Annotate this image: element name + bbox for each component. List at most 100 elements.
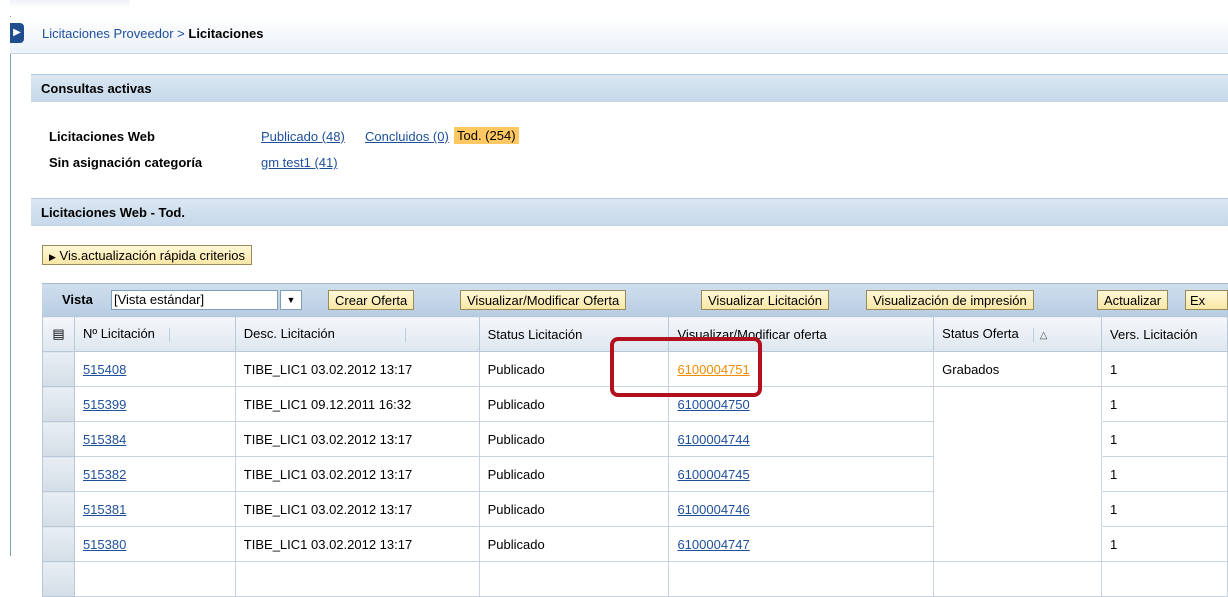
row-selector[interactable] [42, 526, 75, 562]
licitacion-link[interactable]: 515384 [83, 432, 126, 447]
cell-status-oferta [933, 491, 1103, 527]
column-header-nro-licitacion[interactable]: Nº Licitación [73, 316, 236, 352]
cell-status: Publicado [478, 421, 670, 457]
breadcrumb-current: Licitaciones [188, 26, 264, 41]
cell-desc: TIBE_LIC1 03.02.2012 13:17 [234, 421, 480, 457]
empty-cell [933, 561, 1103, 597]
row-selector[interactable] [42, 456, 75, 492]
column-header-status-oferta[interactable]: Status Oferta △ [933, 316, 1103, 352]
play-arrow-icon[interactable]: ▶ [10, 23, 24, 43]
empty-cell [478, 561, 670, 597]
cell-status: Publicado [478, 491, 670, 527]
sort-icon[interactable]: △ [1040, 330, 1048, 341]
column-label: Nº Licitación [82, 326, 155, 342]
query-link-concluidos[interactable]: Concluidos (0) [365, 129, 449, 144]
results-header: Licitaciones Web - Tod. [31, 198, 1228, 226]
cell-vers: 1 [1101, 456, 1228, 492]
cell-desc: TIBE_LIC1 03.02.2012 13:17 [234, 351, 480, 387]
table-row: 515382 TIBE_LIC1 03.02.2012 13:17 Public… [42, 456, 1228, 492]
cell-oferta: 6100004746 [668, 491, 935, 527]
column-header-vers-licitacion[interactable]: Vers. Licitación [1101, 316, 1228, 352]
actualizar-button[interactable]: Actualizar [1097, 290, 1169, 310]
cell-oferta: 6100004747 [668, 526, 935, 562]
cell-vers: 1 [1101, 526, 1228, 562]
breadcrumb-bar: Licitaciones Proveedor > Licitaciones [10, 17, 1228, 54]
cell-status-oferta: Grabados [933, 351, 1103, 387]
cell-status: Publicado [478, 526, 670, 562]
row-selector[interactable] [42, 351, 75, 387]
table-row: 515384 TIBE_LIC1 03.02.2012 13:17 Public… [42, 421, 1228, 457]
oferta-link[interactable]: 6100004746 [677, 502, 749, 517]
table-row-empty [42, 561, 1228, 597]
oferta-link[interactable]: 6100004745 [677, 467, 749, 482]
oferta-link[interactable]: 6100004750 [677, 397, 749, 412]
column-label: Vers. Licitación [1110, 326, 1198, 342]
query-label-sin-asignacion: Sin asignación categoría [49, 155, 203, 170]
licitacion-link[interactable]: 515408 [83, 362, 126, 377]
cell-status-oferta [933, 386, 1103, 422]
empty-cell [73, 561, 236, 597]
cell-desc: TIBE_LIC1 03.02.2012 13:17 [234, 491, 480, 527]
row-selector[interactable] [42, 386, 75, 422]
cell-status-oferta [933, 526, 1103, 562]
visualizacion-impresion-button[interactable]: Visualización de impresión [866, 290, 1034, 310]
cell-vers: 1 [1101, 491, 1228, 527]
row-selector[interactable] [42, 421, 75, 457]
empty-cell [1101, 561, 1228, 597]
cell-vers: 1 [1101, 421, 1228, 457]
cell-nro: 515381 [73, 491, 236, 527]
cell-oferta: 6100004744 [668, 421, 935, 457]
table-settings-icon[interactable]: ▤ [42, 316, 75, 352]
column-label: Status Licitación [487, 326, 583, 342]
cell-nro: 515380 [73, 526, 236, 562]
query-label-licitaciones-web: Licitaciones Web [49, 129, 155, 144]
consultas-activas-header: Consultas activas [31, 74, 1228, 102]
visualizar-licitacion-button[interactable]: Visualizar Licitación [701, 290, 829, 310]
cell-vers: 1 [1101, 351, 1228, 387]
cell-desc: TIBE_LIC1 03.02.2012 13:17 [234, 456, 480, 492]
cell-oferta: 6100004745 [668, 456, 935, 492]
quick-criteria-label: Vis.actualización rápida criterios [59, 248, 246, 263]
cell-status: Publicado [478, 456, 670, 492]
visualizar-modificar-oferta-button[interactable]: Visualizar/Modificar Oferta [460, 290, 627, 310]
empty-cell [668, 561, 935, 597]
cell-nro: 515382 [73, 456, 236, 492]
licitacion-link[interactable]: 515399 [83, 397, 126, 412]
chevron-down-icon[interactable]: ▼ [280, 290, 302, 310]
query-link-publicado[interactable]: Publicado (48) [261, 129, 345, 144]
oferta-link[interactable]: 6100004747 [677, 537, 749, 552]
licitacion-link[interactable]: 515382 [83, 467, 126, 482]
cell-status-oferta [933, 456, 1103, 492]
page-left-border [10, 16, 11, 556]
export-button[interactable]: Ex [1185, 290, 1228, 310]
query-selected-tod[interactable]: Tod. (254) [454, 127, 519, 144]
highlight-annotation-box [610, 337, 762, 397]
cell-desc: TIBE_LIC1 09.12.2011 16:32 [234, 386, 480, 422]
licitacion-link[interactable]: 515381 [83, 502, 126, 517]
query-link-gm-test1[interactable]: gm test1 (41) [261, 155, 338, 170]
top-strip [0, 0, 1228, 8]
cell-nro: 515408 [73, 351, 236, 387]
oferta-link[interactable]: 6100004744 [677, 432, 749, 447]
vista-label: Vista [62, 292, 93, 307]
triangle-right-icon: ▶ [49, 252, 56, 262]
cell-vers: 1 [1101, 386, 1228, 422]
breadcrumb-parent-link[interactable]: Licitaciones Proveedor [42, 26, 174, 41]
breadcrumb: Licitaciones Proveedor > Licitaciones [42, 26, 264, 41]
licitacion-link[interactable]: 515380 [83, 537, 126, 552]
column-header-desc-licitacion[interactable]: Desc. Licitación [234, 316, 480, 352]
empty-cell [234, 561, 480, 597]
cell-nro: 515384 [73, 421, 236, 457]
row-selector[interactable] [42, 491, 75, 527]
cell-nro: 515399 [73, 386, 236, 422]
results-toolbar: Vista [Vista estándar] ▼ Crear Oferta Vi… [42, 283, 1228, 316]
vista-select[interactable]: [Vista estándar] [111, 290, 278, 310]
table-row: 515381 TIBE_LIC1 03.02.2012 13:17 Public… [42, 491, 1228, 527]
cell-desc: TIBE_LIC1 03.02.2012 13:17 [234, 526, 480, 562]
crear-oferta-button[interactable]: Crear Oferta [328, 290, 415, 310]
cell-status-oferta [933, 421, 1103, 457]
table-row: 515380 TIBE_LIC1 03.02.2012 13:17 Public… [42, 526, 1228, 562]
quick-criteria-button[interactable]: ▶ Vis.actualización rápida criterios [42, 245, 253, 265]
column-label: Status Oferta [942, 326, 1019, 342]
row-selector[interactable] [42, 561, 75, 597]
